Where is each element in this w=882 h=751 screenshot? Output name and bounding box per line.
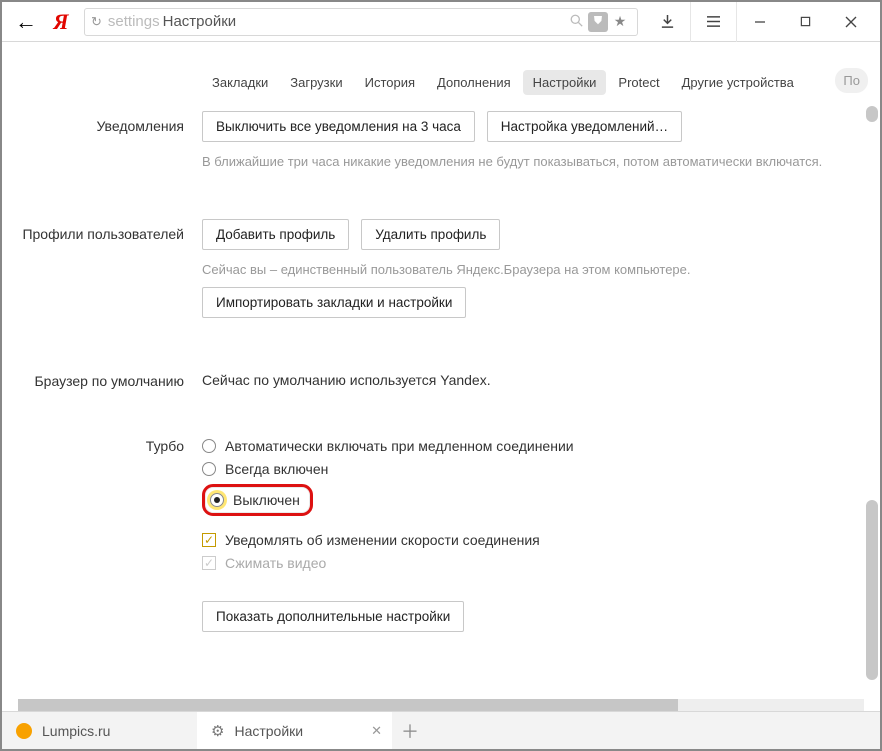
section-profiles: Профили пользователей Добавить профиль У…: [2, 219, 880, 326]
yandex-logo[interactable]: Я: [44, 9, 78, 35]
radio-icon[interactable]: [202, 439, 216, 453]
delete-profile-button[interactable]: Удалить профиль: [361, 219, 500, 250]
settings-nav: Закладки Загрузки История Дополнения Нас…: [202, 42, 880, 107]
window-close-button[interactable]: [828, 2, 874, 42]
back-button[interactable]: ←: [8, 9, 44, 35]
configure-notifications-button[interactable]: Настройка уведомлений…: [487, 111, 682, 142]
profiles-hint: Сейчас вы – единственный пользователь Ян…: [202, 262, 880, 277]
notifications-hint: В ближайшие три часа никакие уведомления…: [202, 154, 880, 169]
browser-tab-settings[interactable]: ⚙ Настройки ✕: [197, 712, 392, 749]
section-label: Уведомления: [2, 111, 202, 136]
bookmark-star-icon[interactable]: ★: [609, 13, 631, 30]
favicon-icon: [16, 723, 32, 739]
browser-tab-lumpics[interactable]: Lumpics.ru: [2, 712, 197, 749]
turbo-option-auto[interactable]: Автоматически включать при медленном сое…: [202, 438, 880, 454]
tab-devices[interactable]: Другие устройства: [672, 70, 804, 95]
import-bookmarks-button[interactable]: Импортировать закладки и настройки: [202, 287, 466, 318]
close-tab-icon[interactable]: ✕: [371, 723, 382, 739]
browser-toolbar: ← Я ↻ settings Настройки ⛊ ★: [2, 2, 880, 42]
show-advanced-button[interactable]: Показать дополнительные настройки: [202, 601, 464, 632]
radio-icon[interactable]: [202, 462, 216, 476]
gear-icon: ⚙: [211, 722, 224, 740]
tab-history[interactable]: История: [355, 70, 425, 95]
mute-notifications-button[interactable]: Выключить все уведомления на 3 часа: [202, 111, 475, 142]
checkbox-icon: [202, 556, 216, 570]
section-notifications: Уведомления Выключить все уведомления на…: [2, 111, 880, 179]
checkbox-label: Уведомлять об изменении скорости соедине…: [225, 532, 540, 548]
tab-bookmarks[interactable]: Закладки: [202, 70, 278, 95]
window-minimize-button[interactable]: [736, 2, 782, 42]
horizontal-scrollbar[interactable]: [18, 699, 864, 711]
vertical-scrollbar[interactable]: [866, 106, 878, 697]
turbo-notify-checkbox[interactable]: Уведомлять об изменении скорости соедине…: [202, 532, 880, 548]
radio-label: Всегда включен: [225, 461, 328, 477]
tab-strip: Lumpics.ru ⚙ Настройки ✕ ＋: [2, 711, 880, 749]
tab-protect[interactable]: Protect: [608, 70, 669, 95]
section-default-browser: Браузер по умолчанию Сейчас по умолчанию…: [2, 366, 880, 391]
scroll-thumb[interactable]: [866, 500, 878, 680]
downloads-icon[interactable]: [644, 2, 690, 42]
section-label: Турбо: [2, 431, 202, 456]
highlight-annotation: Выключен: [202, 484, 313, 516]
turbo-option-off[interactable]: Выключен: [202, 484, 880, 516]
turbo-compress-video-checkbox: Сжимать видео: [202, 555, 880, 571]
scroll-thumb[interactable]: [866, 106, 878, 122]
window-maximize-button[interactable]: [782, 2, 828, 42]
tab-title: Lumpics.ru: [42, 723, 110, 739]
reload-icon[interactable]: ↻: [91, 14, 102, 30]
default-browser-text: Сейчас по умолчанию используется Yandex.: [202, 366, 880, 388]
url-title: Настройки: [163, 13, 237, 30]
address-bar[interactable]: ↻ settings Настройки ⛊ ★: [84, 8, 638, 36]
turbo-option-always[interactable]: Всегда включен: [202, 461, 880, 477]
shield-icon[interactable]: ⛊: [587, 11, 609, 32]
tab-title: Настройки: [234, 723, 303, 739]
search-settings-pill[interactable]: По: [835, 68, 868, 93]
section-label: Браузер по умолчанию: [2, 366, 202, 391]
scroll-thumb[interactable]: [18, 699, 678, 711]
page-viewport: Закладки Загрузки История Дополнения Нас…: [2, 42, 880, 711]
checkbox-label: Сжимать видео: [225, 555, 326, 571]
tab-settings[interactable]: Настройки: [523, 70, 607, 95]
section-label: Профили пользователей: [2, 219, 202, 244]
checkbox-icon[interactable]: [202, 533, 216, 547]
radio-icon[interactable]: [210, 493, 224, 507]
url-path: settings: [108, 13, 160, 30]
section-turbo: Турбо Автоматически включать при медленн…: [2, 431, 880, 640]
new-tab-button[interactable]: ＋: [392, 712, 428, 749]
tab-addons[interactable]: Дополнения: [427, 70, 521, 95]
radio-label: Выключен: [233, 492, 300, 508]
menu-icon[interactable]: [690, 2, 736, 42]
add-profile-button[interactable]: Добавить профиль: [202, 219, 349, 250]
radio-label: Автоматически включать при медленном сое…: [225, 438, 574, 454]
tab-downloads[interactable]: Загрузки: [280, 70, 352, 95]
search-icon[interactable]: [565, 14, 587, 30]
